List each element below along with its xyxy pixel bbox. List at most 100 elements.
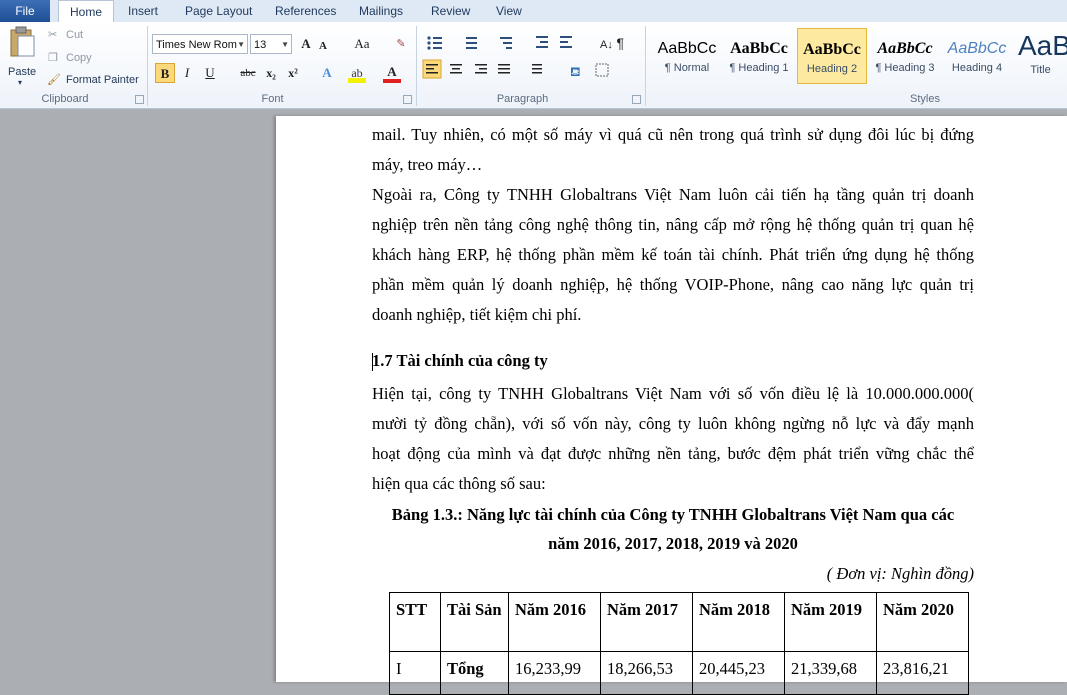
chevron-down-icon: ▼ (281, 40, 289, 49)
font-color-button[interactable]: A (383, 63, 401, 83)
body-line: mười tỷ đồng chẵn), với số vốn này, công… (372, 414, 974, 433)
table-cell: I (389, 651, 441, 695)
paintbrush-icon: 🖌 (47, 74, 61, 86)
paste-button[interactable]: Paste ▾ (6, 26, 38, 87)
tab-view[interactable]: View (496, 0, 522, 22)
table-header-cell: STT (389, 592, 441, 652)
style-name: Heading 2 (806, 63, 858, 75)
table-header-cell: Năm 2018 (692, 592, 785, 652)
body-line: mail. Tuy nhiên, có một số máy vì quá cũ… (372, 125, 974, 144)
table-header-cell: Tài Sản (440, 592, 509, 652)
grow-font-button[interactable]: A (297, 34, 315, 54)
text-effects-icon[interactable]: A (318, 63, 336, 83)
paragraph-group-label: Paragraph (496, 93, 549, 105)
table-header-cell: Năm 2017 (600, 592, 693, 652)
table-cell: 23,816,21 (876, 651, 969, 695)
change-case-button[interactable]: Aa (350, 34, 374, 54)
style-name: ¶ Heading 3 (875, 62, 935, 74)
clear-formatting-icon[interactable]: ✎ (392, 34, 410, 54)
svg-text:¶: ¶ (616, 35, 624, 51)
finance-table: STT Tài Sản Năm 2016 Năm 2017 Năm 2018 N… (389, 592, 969, 695)
subscript-button[interactable]: x₂ (263, 63, 279, 83)
svg-text:A↓: A↓ (600, 39, 613, 51)
paste-label: Paste (8, 66, 37, 78)
style-heading-3[interactable]: AaBbCc ¶ Heading 3 (870, 28, 940, 84)
clipboard-icon (10, 26, 35, 57)
table-header-row: STT Tài Sản Năm 2016 Năm 2017 Năm 2018 N… (389, 592, 969, 652)
shrink-font-button[interactable]: A (316, 36, 330, 56)
highlight-icon[interactable]: ab (348, 63, 366, 83)
body-line: Hiện tại, công ty TNHH Globaltrans Việt … (372, 384, 974, 403)
style-preview: AaBbCc (877, 40, 933, 57)
format-painter-label: Format Painter (66, 74, 139, 86)
style-preview: AaBbCc (803, 41, 861, 58)
divider (416, 26, 417, 106)
tab-references[interactable]: References (275, 0, 336, 22)
body-line: phần mềm quản lý doanh nghiệp, hệ thống … (372, 275, 974, 294)
style-preview: AaBbCc (947, 40, 1007, 57)
body-line: khách hàng ERP, hệ thống phần mềm kế toá… (372, 245, 974, 264)
table-header-cell: Năm 2020 (876, 592, 969, 652)
table-cell: 16,233,99 (508, 651, 601, 695)
body-line: doanh nghiệp, tiết kiệm chi phí. (372, 305, 582, 324)
body-line: nghiệp trên nền tảng công nghệ thông tin… (372, 215, 974, 234)
clipboard-launcher-icon[interactable] (135, 95, 144, 104)
body-line: hoạt động của mình và đạt được những nền… (372, 444, 974, 463)
section-heading: 1.7 Tài chính của công ty (372, 351, 548, 370)
body-line: hiện qua các thông số sau: (372, 474, 546, 493)
chevron-down-icon: ▼ (237, 40, 245, 49)
italic-button[interactable]: I (179, 63, 195, 83)
cut-label: Cut (66, 29, 84, 41)
font-name-combo[interactable]: Times New Rom ▼ (152, 34, 248, 54)
tab-mailings[interactable]: Mailings (359, 0, 403, 22)
table-caption: Bảng 1.3.: Năng lực tài chính của Công t… (391, 505, 955, 524)
table-caption: năm 2016, 2017, 2018, 2019 và 2020 (548, 534, 798, 553)
clipboard-group-label: Clipboard (41, 93, 89, 105)
document-page[interactable]: mail. Tuy nhiên, có một số máy vì quá cũ… (276, 116, 1067, 695)
style-preview: AaBbCc (730, 40, 788, 57)
table-cell: 21,339,68 (784, 651, 877, 695)
chevron-down-icon: ▾ (18, 78, 23, 87)
style-normal[interactable]: AaBbCс ¶ Normal (652, 28, 722, 84)
table-header-cell: Năm 2019 (784, 592, 877, 652)
font-size-combo[interactable]: 13 ▼ (250, 34, 292, 54)
table-cell: Tổng (440, 651, 509, 695)
tab-file[interactable]: File (0, 0, 50, 22)
font-launcher-icon[interactable] (403, 95, 412, 104)
style-heading-1[interactable]: AaBbCc ¶ Heading 1 (724, 28, 794, 84)
font-size-value: 13 (254, 39, 267, 51)
style-name: Title (1030, 64, 1051, 76)
unit-note: ( Đơn vị: Nghìn đồng) (826, 564, 974, 583)
superscript-button[interactable]: x² (285, 63, 301, 83)
underline-button[interactable]: U (202, 63, 218, 83)
body-line: Ngoài ra, Công ty TNHH Globaltrans Việt … (372, 185, 974, 204)
divider (147, 26, 148, 106)
table-header-cell: Năm 2016 (508, 592, 601, 652)
copy-label: Copy (66, 52, 92, 64)
svg-text:⛾: ⛾ (570, 65, 581, 80)
tab-insert[interactable]: Insert (128, 0, 158, 22)
paragraph-tools-icon[interactable]: ¶ A↓ ⛾ (420, 28, 630, 98)
scissors-icon: ✂ (48, 29, 58, 41)
table-cell: 18,266,53 (600, 651, 693, 695)
copy-icon: ❐ (48, 52, 58, 64)
table-cell: 20,445,23 (692, 651, 785, 695)
styles-group-label: Styles (910, 93, 940, 105)
table-row: I Tổng 16,233,99 18,266,53 20,445,23 21,… (389, 651, 969, 695)
ribbon: Paste ▾ ✂ Cut ❐ Copy 🖌 Format Painter Cl… (0, 22, 1067, 109)
tab-home[interactable]: Home (58, 0, 114, 24)
tab-review[interactable]: Review (431, 0, 470, 22)
style-preview: AaBbCс (657, 40, 717, 57)
style-name: ¶ Heading 1 (729, 62, 789, 74)
style-heading-4[interactable]: AaBbCc Heading 4 (942, 28, 1012, 84)
style-title[interactable]: AaB Title (1014, 28, 1067, 84)
bold-button[interactable]: B (155, 63, 175, 83)
strikethrough-button[interactable]: abc (237, 63, 259, 83)
paragraph-launcher-icon[interactable] (632, 95, 641, 104)
font-group-label: Font (261, 93, 284, 105)
document-body[interactable]: mail. Tuy nhiên, có một số máy vì quá cũ… (372, 116, 974, 695)
style-heading-2[interactable]: AaBbCc Heading 2 (797, 28, 867, 84)
divider (645, 26, 646, 106)
style-preview: AaB (1018, 30, 1067, 61)
tab-page-layout[interactable]: Page Layout (185, 0, 252, 22)
